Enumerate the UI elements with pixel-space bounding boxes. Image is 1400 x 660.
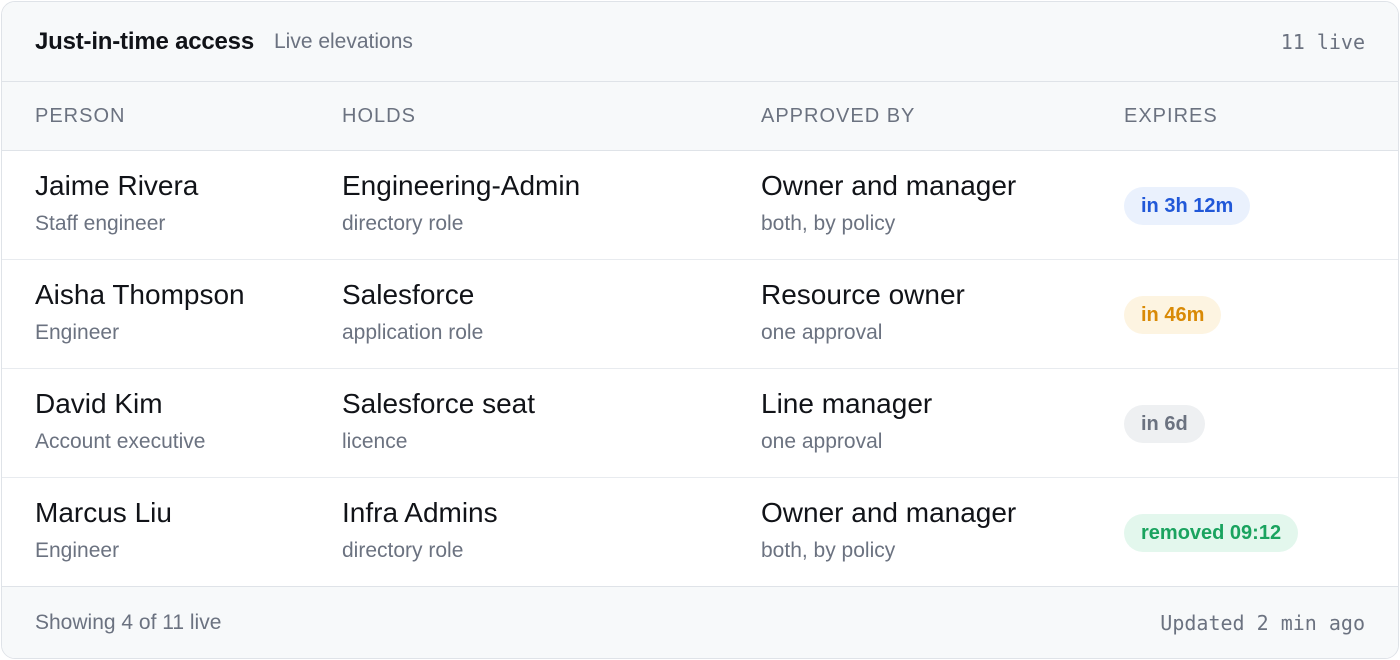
column-header-holds: HOLDS [342, 105, 416, 127]
updated-timestamp: Updated 2 min ago [1160, 610, 1365, 635]
holds-name: Engineering-Admin [342, 170, 581, 201]
expires-badge: in 46m [1124, 296, 1222, 334]
person-role: Staff engineer [35, 212, 166, 235]
person-cell: Jaime Rivera Staff engineer [35, 170, 198, 236]
card-subtitle: Live elevations [273, 29, 413, 53]
column-header-person: PERSON [35, 105, 126, 127]
holds-type: application role [342, 321, 484, 344]
table-row[interactable]: Marcus Liu Engineer Infra Admins directo… [2, 478, 1398, 586]
showing-count: Showing 4 of 11 live [35, 610, 222, 634]
person-cell: Aisha Thompson Engineer [35, 279, 245, 345]
holds-name: Salesforce [342, 279, 475, 310]
person-name: Jaime Rivera [35, 170, 199, 201]
live-count: 11 live [1280, 29, 1365, 54]
holds-cell: Salesforce seat licence [342, 388, 535, 454]
holds-type: directory role [342, 539, 464, 562]
approval-detail: one approval [761, 430, 883, 453]
approved-by: Owner and manager [761, 170, 1017, 201]
approval-detail: both, by policy [761, 212, 896, 235]
holds-type: directory role [342, 212, 464, 235]
person-name: Aisha Thompson [35, 279, 245, 310]
holds-cell: Salesforce application role [342, 279, 483, 345]
person-cell: David Kim Account executive [35, 388, 205, 454]
approval-detail: one approval [761, 321, 883, 344]
expires-badge: in 6d [1124, 405, 1205, 443]
table-header: PERSON HOLDS APPROVED BY EXPIRES [2, 82, 1398, 151]
approved-cell: Owner and manager both, by policy [761, 497, 1016, 563]
person-name: Marcus Liu [35, 497, 172, 528]
approved-by: Resource owner [761, 279, 965, 310]
table-body: Jaime Rivera Staff engineer Engineering-… [2, 151, 1398, 586]
approved-cell: Owner and manager both, by policy [761, 170, 1016, 236]
holds-cell: Infra Admins directory role [342, 497, 498, 563]
person-role: Engineer [35, 321, 120, 344]
card-footer: Showing 4 of 11 live Updated 2 min ago [2, 586, 1398, 658]
person-role: Account executive [35, 430, 206, 453]
expires-badge: removed 09:12 [1124, 514, 1299, 552]
column-header-approved-by: APPROVED BY [761, 105, 916, 127]
person-role: Engineer [35, 539, 120, 562]
holds-cell: Engineering-Admin directory role [342, 170, 580, 236]
person-name: David Kim [35, 388, 163, 419]
approved-by: Owner and manager [761, 497, 1017, 528]
card-title: Just-in-time access [35, 27, 254, 55]
table-row[interactable]: Aisha Thompson Engineer Salesforce appli… [2, 260, 1398, 369]
jit-access-card: Just-in-time access Live elevations 11 l… [1, 1, 1399, 659]
approved-cell: Line manager one approval [761, 388, 932, 454]
expires-badge: in 3h 12m [1124, 187, 1251, 225]
approved-by: Line manager [761, 388, 933, 419]
table-row[interactable]: David Kim Account executive Salesforce s… [2, 369, 1398, 478]
holds-name: Infra Admins [342, 497, 498, 528]
person-cell: Marcus Liu Engineer [35, 497, 172, 563]
holds-name: Salesforce seat [342, 388, 535, 419]
table-row[interactable]: Jaime Rivera Staff engineer Engineering-… [2, 151, 1398, 260]
card-header: Just-in-time access Live elevations 11 l… [2, 2, 1398, 82]
approved-cell: Resource owner one approval [761, 279, 965, 345]
approval-detail: both, by policy [761, 539, 896, 562]
holds-type: licence [342, 430, 408, 453]
column-header-expires: EXPIRES [1124, 105, 1218, 127]
